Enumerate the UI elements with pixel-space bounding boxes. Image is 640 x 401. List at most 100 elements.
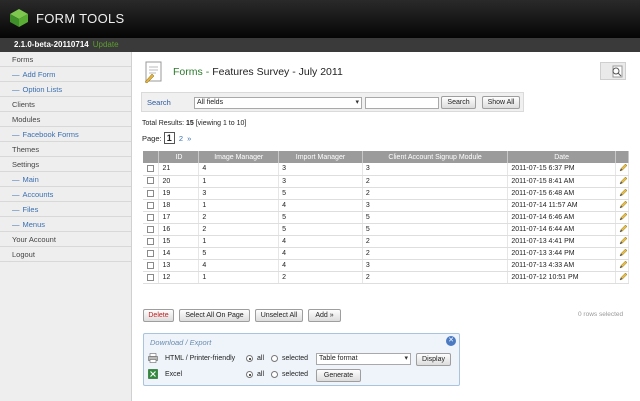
column-header-id[interactable]: ID [158, 151, 200, 163]
edit-pencil-icon[interactable] [619, 188, 628, 197]
format-select[interactable]: Table format ▾ [316, 353, 411, 365]
table-cell: 20 [158, 175, 200, 188]
table-cell: 2011-07-13 3:44 PM [507, 247, 616, 261]
next-page-link[interactable]: » [187, 134, 191, 143]
table-cell: 4 [278, 199, 363, 212]
sidebar-item-label: Your Account [12, 235, 56, 244]
table-cell: 2011-07-15 6:48 AM [507, 187, 616, 200]
sidebar-item-accounts[interactable]: — Accounts [0, 187, 131, 202]
sidebar-item-modules[interactable]: Modules [0, 112, 131, 127]
sidebar-item-add-form[interactable]: — Add Form [0, 67, 131, 82]
unselect-all-button[interactable]: Unselect All [255, 309, 303, 322]
sidebar-item-your-account[interactable]: Your Account [0, 232, 131, 247]
row-checkbox[interactable] [147, 189, 154, 197]
page-link-2[interactable]: 2 [179, 134, 183, 143]
row-checkbox[interactable] [147, 201, 154, 209]
table-cell: 2 [198, 223, 280, 237]
sidebar-item-forms[interactable]: Forms [0, 52, 131, 67]
row-checkbox[interactable] [147, 250, 154, 258]
submissions-table: ID Image Manager Import Manager Client A… [143, 151, 630, 285]
table-row: 20 1 3 2 2011-07-15 8:41 AM [143, 175, 630, 188]
edit-pencil-icon[interactable] [619, 236, 628, 245]
table-cell: 2 [198, 211, 280, 224]
edit-pencil-icon[interactable] [619, 176, 628, 185]
sidebar-item-label: Modules [12, 115, 41, 124]
search-label: Search [147, 98, 171, 107]
edit-pencil-icon[interactable] [619, 224, 628, 233]
row-checkbox[interactable] [147, 274, 154, 282]
table-cell: 5 [278, 211, 363, 224]
sidebar-item-themes[interactable]: Themes [0, 142, 131, 157]
table-cell: 15 [158, 235, 200, 249]
chevron-down-icon: ▾ [355, 99, 359, 106]
sidebar-item-main[interactable]: — Main [0, 172, 131, 187]
row-checkbox[interactable] [147, 225, 154, 233]
edit-cell [615, 247, 630, 261]
html-all-radio[interactable] [246, 355, 253, 362]
results-prefix: Total Results: [142, 120, 185, 127]
row-select-cell [143, 271, 160, 285]
close-icon[interactable]: ✕ [446, 336, 456, 346]
row-checkbox[interactable] [147, 165, 154, 173]
edit-pencil-icon[interactable] [619, 272, 628, 281]
page-title: Forms - Features Survey - July 2011 [173, 66, 343, 78]
excel-all-radio[interactable] [246, 371, 253, 378]
table-cell: 5 [278, 187, 363, 200]
edit-cell [615, 187, 630, 200]
add-button[interactable]: Add » [308, 309, 341, 322]
display-button[interactable]: Display [416, 353, 451, 366]
sidebar-item-label: Settings [12, 160, 40, 169]
sidebar-item-files[interactable]: — Files [0, 202, 131, 217]
table-cell: 12 [158, 271, 200, 285]
show-all-button[interactable]: Show All [482, 96, 520, 109]
sidebar-item-label: Main [22, 175, 39, 184]
edit-pencil-icon[interactable] [619, 212, 628, 221]
forms-breadcrumb-link[interactable]: Forms [173, 66, 203, 78]
table-cell: 5 [362, 223, 509, 237]
export-title: Download / Export [150, 338, 212, 347]
column-header-date[interactable]: Date [507, 151, 616, 163]
table-cell: 2011-07-12 10:51 PM [507, 271, 616, 285]
row-checkbox[interactable] [147, 177, 154, 185]
generate-button[interactable]: Generate [316, 369, 361, 382]
search-input[interactable] [365, 97, 439, 109]
html-selected-radio[interactable] [271, 355, 278, 362]
column-header-image-manager[interactable]: Image Manager [198, 151, 280, 163]
select-all-button[interactable]: Select All On Page [179, 309, 250, 322]
table-cell: 2011-07-13 4:41 PM [507, 235, 616, 249]
sidebar-item-facebook-forms[interactable]: — Facebook Forms [0, 127, 131, 142]
column-header-client-account-signup[interactable]: Client Account Signup Module [362, 151, 509, 163]
sidebar-item-menus[interactable]: — Menus [0, 217, 131, 232]
row-checkbox[interactable] [147, 213, 154, 221]
delete-button[interactable]: Delete [143, 309, 174, 322]
column-header-import-manager[interactable]: Import Manager [278, 151, 363, 163]
search-button[interactable]: Search [441, 96, 476, 109]
app-header: FORM TOOLS [0, 0, 640, 38]
edit-cell [615, 163, 630, 176]
update-link[interactable]: Update [93, 40, 119, 49]
view-form-button[interactable] [600, 62, 626, 80]
sidebar-item-logout[interactable]: Logout [0, 247, 131, 262]
edit-pencil-icon[interactable] [619, 200, 628, 209]
table-cell: 2 [362, 235, 509, 249]
sidebar-item-option-lists[interactable]: — Option Lists [0, 82, 131, 97]
edit-pencil-icon[interactable] [619, 163, 628, 172]
edit-pencil-icon[interactable] [619, 260, 628, 269]
row-select-cell [143, 223, 160, 237]
sidebar: Forms — Add Form — Option Lists Clients Module… [0, 52, 132, 401]
table-cell: 3 [198, 187, 280, 200]
sidebar-item-clients[interactable]: Clients [0, 97, 131, 112]
edit-pencil-icon[interactable] [619, 248, 628, 257]
search-field-select[interactable]: All fields ▾ [194, 97, 362, 109]
table-cell: 1 [198, 271, 280, 285]
row-select-cell [143, 235, 160, 249]
row-checkbox[interactable] [147, 262, 154, 270]
sidebar-item-label: Logout [12, 250, 35, 259]
excel-selected-radio[interactable] [271, 371, 278, 378]
table-cell: 1 [198, 199, 280, 212]
chevron-down-icon: ▾ [404, 355, 408, 362]
table-cell: 19 [158, 187, 200, 200]
sidebar-item-settings[interactable]: Settings [0, 157, 131, 172]
sidebar-item-label: Add Form [22, 70, 56, 79]
row-checkbox[interactable] [147, 237, 154, 245]
